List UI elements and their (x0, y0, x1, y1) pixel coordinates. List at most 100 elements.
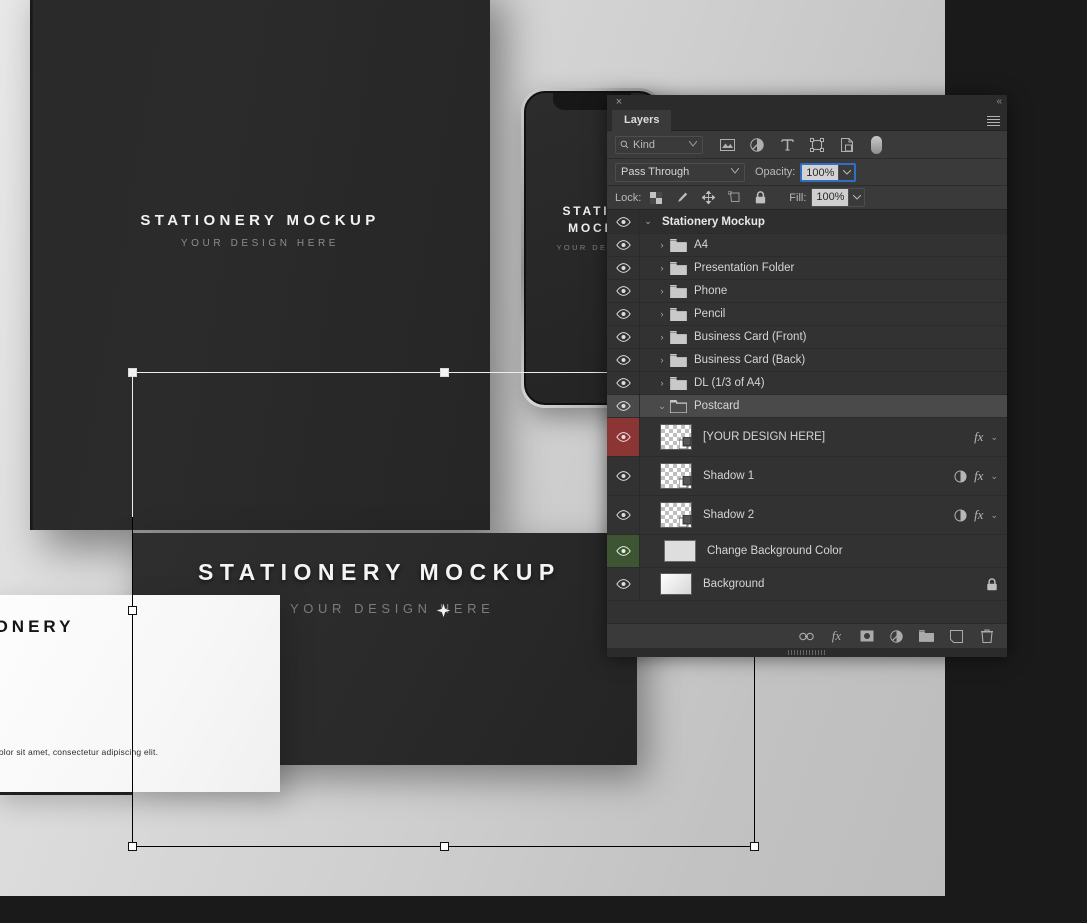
layer-visibility-toggle[interactable] (607, 234, 640, 256)
layer-name: Stationery Mockup (662, 215, 765, 228)
type-layer-filter-icon[interactable] (779, 137, 795, 153)
layers-panel[interactable]: × « Layers Kind Pass Through Opacity: 10… (607, 95, 1007, 657)
layer-name: Phone (694, 285, 728, 297)
new-adjustment-layer-icon[interactable] (889, 629, 904, 644)
layer-twisty[interactable]: ⌄ (654, 401, 670, 412)
panel-resize-grip[interactable] (607, 648, 1007, 657)
layer-twisty[interactable]: › (654, 240, 670, 250)
layer-visibility-toggle[interactable] (607, 535, 640, 567)
layer-row-dl[interactable]: › DL (1/3 of A4) (607, 372, 1007, 395)
link-layers-icon[interactable] (799, 629, 814, 644)
transform-handle-bottom-left[interactable] (128, 842, 137, 851)
layer-visibility-toggle[interactable] (607, 457, 640, 495)
chevron-down-icon[interactable]: ⌄ (990, 510, 998, 521)
chevron-down-icon[interactable]: ⌄ (990, 471, 998, 482)
layer-row-your-design-here[interactable]: [YOUR DESIGN HERE] fx ⌄ (607, 418, 1007, 457)
layer-visibility-toggle[interactable] (607, 257, 640, 279)
layer-thumbnail[interactable] (664, 540, 696, 562)
adjustment-mask-icon[interactable] (954, 469, 967, 483)
layer-row-shadow-2[interactable]: Shadow 2 fx ⌄ (607, 496, 1007, 535)
layer-visibility-toggle[interactable] (607, 568, 640, 600)
panel-titlebar[interactable]: × « (607, 95, 1007, 110)
new-layer-icon[interactable] (949, 629, 964, 644)
transform-handle-top-center[interactable] (440, 368, 449, 377)
layer-list[interactable]: ⌄ Stationery Mockup › A4 › Presentation … (607, 210, 1007, 623)
filter-enable-toggle[interactable] (871, 135, 882, 154)
layer-visibility-toggle[interactable] (607, 280, 640, 302)
lock-position-icon[interactable] (701, 191, 715, 205)
layer-thumbnail[interactable] (660, 502, 692, 528)
layer-row-phone[interactable]: › Phone (607, 280, 1007, 303)
lock-transparent-pixels-icon[interactable] (649, 191, 663, 205)
folder-icon (670, 353, 687, 367)
add-layer-style-icon[interactable]: fx (829, 628, 844, 644)
chevron-down-icon[interactable] (731, 167, 739, 174)
layer-row-business-card-back[interactable]: › Business Card (Back) (607, 349, 1007, 372)
layer-visibility-toggle[interactable] (607, 418, 640, 456)
layer-twisty[interactable]: › (654, 286, 670, 296)
mockup-a4-sheet[interactable]: STATIONERY MOCKUP YOUR DESIGN HERE (30, 0, 490, 530)
smart-object-filter-icon[interactable] (839, 137, 855, 153)
layer-row-pencil[interactable]: › Pencil (607, 303, 1007, 326)
move-tool-cursor-icon (436, 603, 451, 618)
fill-stepper[interactable] (848, 189, 865, 206)
adjustment-layer-filter-icon[interactable] (749, 137, 765, 153)
layer-thumbnail[interactable] (660, 573, 692, 595)
layer-thumbnail[interactable] (660, 463, 692, 489)
eye-icon (615, 240, 631, 250)
layer-row-shadow-1[interactable]: Shadow 1 fx ⌄ (607, 457, 1007, 496)
layer-twisty[interactable]: › (654, 332, 670, 342)
layer-visibility-toggle[interactable] (607, 349, 640, 371)
layer-visibility-toggle[interactable] (607, 496, 640, 534)
layer-row-presentation-folder[interactable]: › Presentation Folder (607, 257, 1007, 280)
layer-row-change-background-color[interactable]: Change Background Color (607, 535, 1007, 568)
collapse-panel-icon[interactable]: « (996, 96, 1001, 108)
layer-row-background[interactable]: Background (607, 568, 1007, 601)
lock-all-icon[interactable] (753, 191, 767, 205)
layer-visibility-toggle[interactable] (607, 326, 640, 348)
layer-row-stationery-mockup[interactable]: ⌄ Stationery Mockup (607, 210, 1007, 234)
layer-twisty[interactable]: › (654, 309, 670, 319)
opacity-field[interactable]: 100% (800, 162, 857, 182)
lock-artboard-nesting-icon[interactable] (727, 191, 741, 205)
layer-twisty[interactable]: ⌄ (640, 216, 656, 227)
add-layer-mask-icon[interactable] (859, 629, 874, 644)
layer-row-postcard[interactable]: ⌄ Postcard (607, 395, 1007, 418)
delete-layer-icon[interactable] (979, 629, 994, 644)
new-group-icon[interactable] (919, 629, 934, 644)
panel-menu-icon[interactable] (987, 116, 1000, 126)
opacity-value[interactable]: 100% (802, 164, 839, 180)
layer-effects-icon[interactable]: fx (974, 507, 983, 523)
layers-panel-footer: fx (607, 623, 1007, 648)
layer-row-a4[interactable]: › A4 (607, 234, 1007, 257)
layer-visibility-toggle[interactable] (607, 210, 640, 233)
layer-row-business-card-front[interactable]: › Business Card (Front) (607, 326, 1007, 349)
mockup-white-card[interactable]: STATIONERY Lorem ipsum dolor sit amet, c… (0, 595, 280, 792)
layer-thumbnail[interactable] (660, 424, 692, 450)
lock-image-pixels-icon[interactable] (675, 191, 689, 205)
layer-twisty[interactable]: › (654, 378, 670, 388)
opacity-stepper[interactable] (838, 164, 855, 180)
tab-layers[interactable]: Layers (612, 110, 672, 131)
layer-name: Business Card (Back) (694, 354, 806, 366)
chevron-down-icon[interactable]: ⌄ (990, 432, 998, 443)
shape-layer-filter-icon[interactable] (809, 137, 825, 153)
layer-visibility-toggle[interactable] (607, 395, 640, 417)
close-icon[interactable]: × (613, 96, 625, 108)
filter-kind-select[interactable]: Kind (615, 135, 703, 154)
layer-twisty[interactable]: › (654, 263, 670, 273)
layer-effects-icon[interactable]: fx (974, 429, 983, 445)
fill-field[interactable]: 100% (811, 188, 866, 207)
chevron-down-icon[interactable] (689, 140, 697, 147)
layer-visibility-toggle[interactable] (607, 372, 640, 394)
pixel-layer-filter-icon[interactable] (719, 137, 735, 153)
layer-visibility-toggle[interactable] (607, 303, 640, 325)
blend-mode-select[interactable]: Pass Through (615, 162, 745, 182)
transform-handle-middle-left[interactable] (128, 606, 137, 615)
transform-handle-bottom-right[interactable] (750, 842, 759, 851)
adjustment-mask-icon[interactable] (954, 508, 967, 522)
layer-twisty[interactable]: › (654, 355, 670, 365)
fill-value[interactable]: 100% (812, 189, 849, 206)
layer-effects-icon[interactable]: fx (974, 468, 983, 484)
transform-handle-bottom-center[interactable] (440, 842, 449, 851)
